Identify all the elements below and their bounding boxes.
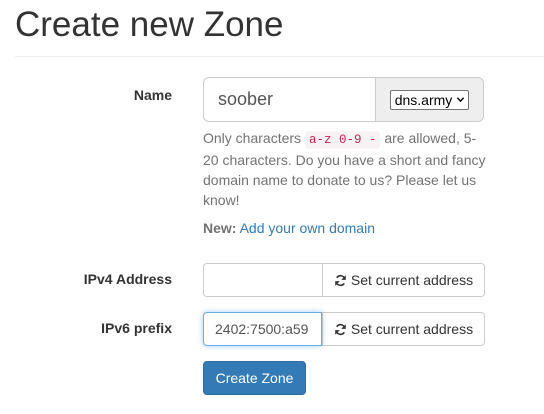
create-zone-page: Create new Zone Name dns.army Only chara… bbox=[0, 0, 544, 414]
name-input[interactable] bbox=[203, 77, 375, 122]
ipv6-label: IPv6 prefix bbox=[101, 320, 172, 336]
ipv4-label: IPv4 Address bbox=[83, 271, 172, 287]
title-divider bbox=[15, 56, 544, 57]
refresh-icon bbox=[335, 323, 346, 335]
create-zone-button[interactable]: Create Zone bbox=[203, 361, 306, 395]
ipv6-set-current-button[interactable]: Set current address bbox=[322, 312, 485, 346]
ipv6-input[interactable] bbox=[203, 312, 322, 346]
ipv4-set-current-button[interactable]: Set current address bbox=[322, 263, 485, 297]
new-domain-line: New: Add your own domain bbox=[203, 218, 375, 238]
page-title: Create new Zone bbox=[15, 5, 284, 44]
ipv6-input-group: Set current address bbox=[203, 312, 485, 346]
name-input-group: dns.army bbox=[203, 77, 484, 122]
name-help-text: Only characters a-z 0-9 - are allowed, 5… bbox=[203, 128, 488, 210]
domain-addon: dns.army bbox=[375, 77, 484, 122]
refresh-icon bbox=[335, 274, 346, 286]
ipv4-input-group: Set current address bbox=[203, 263, 485, 297]
ipv6-set-current-label: Set current address bbox=[350, 321, 474, 337]
add-domain-link[interactable]: Add your own domain bbox=[240, 220, 375, 236]
ipv4-input[interactable] bbox=[203, 263, 322, 297]
ipv4-set-current-label: Set current address bbox=[350, 272, 474, 288]
domain-select-value: dns.army bbox=[394, 91, 453, 108]
new-label: New: bbox=[203, 220, 237, 236]
chevron-down-icon bbox=[457, 97, 465, 103]
help-prefix: Only characters bbox=[203, 130, 305, 146]
allowed-chars-code: a-z 0-9 - bbox=[304, 131, 381, 149]
name-label: Name bbox=[133, 87, 172, 103]
domain-select[interactable]: dns.army bbox=[389, 89, 470, 110]
